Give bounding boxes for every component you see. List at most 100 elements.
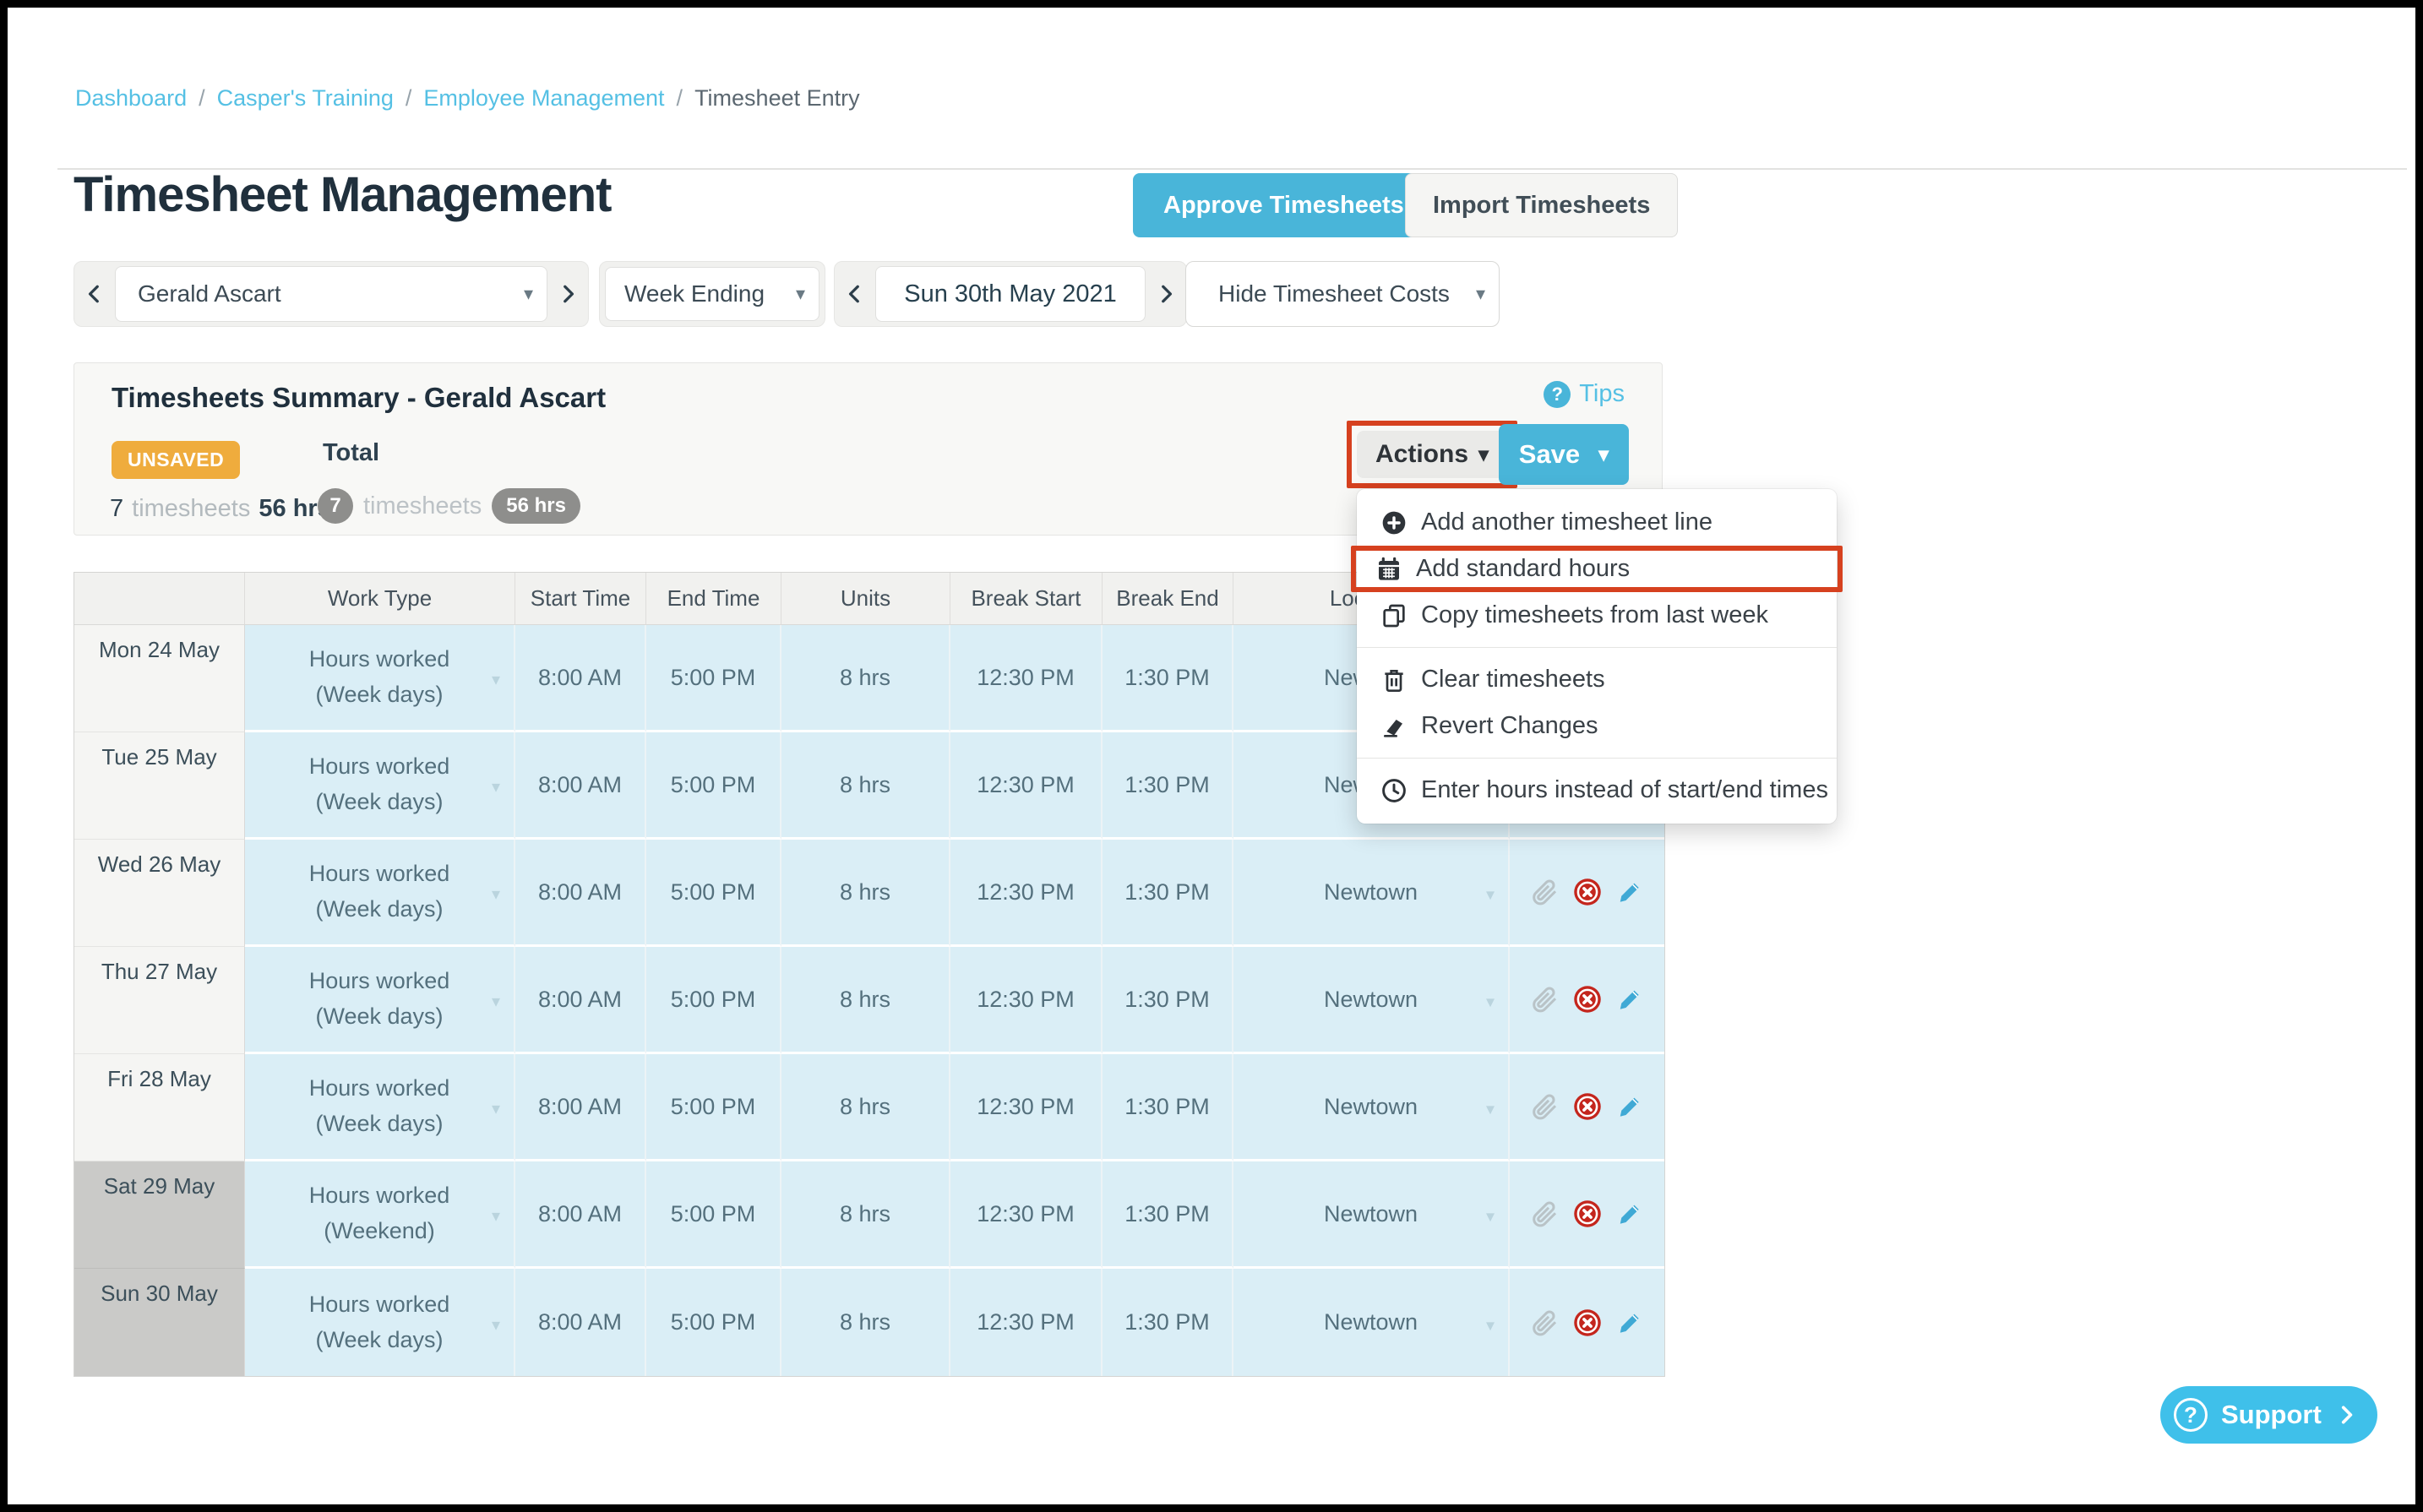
start-time-cell[interactable]: 8:00 AM <box>515 732 646 840</box>
next-employee-button[interactable] <box>547 262 588 326</box>
previous-week-button[interactable] <box>835 262 875 326</box>
break-start-cell[interactable]: 12:30 PM <box>950 625 1103 732</box>
start-time-cell[interactable]: 8:00 AM <box>515 1054 646 1161</box>
save-button[interactable]: Save <box>1499 424 1629 485</box>
tips-link[interactable]: Tips <box>1544 380 1625 408</box>
end-time-cell[interactable]: 5:00 PM <box>646 840 781 947</box>
delete-icon[interactable] <box>1572 1199 1603 1229</box>
work-type-cell[interactable]: Hours worked (Week days)▾ <box>245 1269 515 1376</box>
units-cell[interactable]: 8 hrs <box>781 1269 950 1376</box>
location-cell[interactable]: Newtown▾ <box>1233 1161 1510 1269</box>
employee-select[interactable]: Gerald Ascart <box>115 266 547 322</box>
week-ending-select[interactable]: Week Ending <box>605 267 819 321</box>
breadcrumb-separator: / <box>199 85 205 111</box>
breadcrumb-separator: / <box>677 85 683 111</box>
delete-icon[interactable] <box>1572 1091 1603 1122</box>
previous-employee-button[interactable] <box>74 262 115 326</box>
break-start-cell[interactable]: 12:30 PM <box>950 1054 1103 1161</box>
column-header-end-time: End Time <box>646 573 781 625</box>
attachment-icon[interactable] <box>1530 1308 1560 1338</box>
work-type-cell[interactable]: Hours worked (Week days)▾ <box>245 840 515 947</box>
timesheet-row-sat-29-may: Sat 29 MayHours worked (Weekend)▾8:00 AM… <box>74 1161 1664 1269</box>
work-type-cell[interactable]: Hours worked (Weekend)▾ <box>245 1161 515 1269</box>
chevron-left-icon <box>84 283 106 305</box>
actions-button[interactable]: Actions <box>1357 431 1507 478</box>
total-count-badge: 7 <box>318 488 353 524</box>
end-time-cell[interactable]: 5:00 PM <box>646 1054 781 1161</box>
row-action-icons <box>1511 1199 1663 1229</box>
end-time-cell[interactable]: 5:00 PM <box>646 1269 781 1376</box>
end-time-cell[interactable]: 5:00 PM <box>646 1161 781 1269</box>
edit-icon[interactable] <box>1614 1199 1645 1229</box>
units-cell[interactable]: 8 hrs <box>781 947 950 1054</box>
breadcrumb-employee-management[interactable]: Employee Management <box>423 85 664 111</box>
delete-icon[interactable] <box>1572 877 1603 907</box>
breadcrumb-caspers-training[interactable]: Casper's Training <box>217 85 394 111</box>
delete-icon[interactable] <box>1572 1308 1603 1338</box>
units-cell[interactable]: 8 hrs <box>781 1161 950 1269</box>
total-label: Total <box>323 439 379 467</box>
break-end-cell[interactable]: 1:30 PM <box>1103 1161 1233 1269</box>
support-button[interactable]: Support <box>2160 1386 2377 1444</box>
start-time-cell[interactable]: 8:00 AM <box>515 947 646 1054</box>
menu-item-label: Copy timesheets from last week <box>1421 601 1768 629</box>
break-end-cell[interactable]: 1:30 PM <box>1103 947 1233 1054</box>
break-end-cell[interactable]: 1:30 PM <box>1103 732 1233 840</box>
location-cell[interactable]: Newtown▾ <box>1233 840 1510 947</box>
units-cell[interactable]: 8 hrs <box>781 1054 950 1161</box>
attachment-icon[interactable] <box>1530 984 1560 1014</box>
break-start-cell[interactable]: 12:30 PM <box>950 947 1103 1054</box>
next-week-button[interactable] <box>1146 262 1186 326</box>
chevron-down-icon: ▾ <box>1486 992 1495 1013</box>
break-start-cell[interactable]: 12:30 PM <box>950 1161 1103 1269</box>
import-timesheets-button[interactable]: Import Timesheets <box>1405 173 1678 237</box>
work-type-cell[interactable]: Hours worked (Week days)▾ <box>245 732 515 840</box>
summary-title: Timesheets Summary - Gerald Ascart <box>112 382 606 414</box>
attachment-icon[interactable] <box>1530 1199 1560 1229</box>
work-type-cell[interactable]: Hours worked (Week days)▾ <box>245 947 515 1054</box>
break-end-cell[interactable]: 1:30 PM <box>1103 1054 1233 1161</box>
start-time-cell[interactable]: 8:00 AM <box>515 840 646 947</box>
break-end-cell[interactable]: 1:30 PM <box>1103 840 1233 947</box>
break-start-cell[interactable]: 12:30 PM <box>950 840 1103 947</box>
break-start-cell[interactable]: 12:30 PM <box>950 732 1103 840</box>
edit-icon[interactable] <box>1614 1308 1645 1338</box>
menu-item-enter-hours-instead-of-start-end-times[interactable]: Enter hours instead of start/end times <box>1357 767 1837 813</box>
location-cell[interactable]: Newtown▾ <box>1233 1054 1510 1161</box>
hide-timesheet-costs-select[interactable]: Hide Timesheet Costs <box>1185 261 1500 327</box>
break-start-cell[interactable]: 12:30 PM <box>950 1269 1103 1376</box>
break-end-cell[interactable]: 1:30 PM <box>1103 625 1233 732</box>
location-cell[interactable]: Newtown▾ <box>1233 947 1510 1054</box>
end-time-cell[interactable]: 5:00 PM <box>646 732 781 840</box>
attachment-icon[interactable] <box>1530 1091 1560 1122</box>
menu-item-add-another-timesheet-line[interactable]: Add another timesheet line <box>1357 499 1837 546</box>
start-time-cell[interactable]: 8:00 AM <box>515 1161 646 1269</box>
approve-timesheets-button[interactable]: Approve Timesheets <box>1133 173 1435 237</box>
menu-item-clear-timesheets[interactable]: Clear timesheets <box>1357 656 1837 703</box>
location-cell[interactable]: Newtown▾ <box>1233 1269 1510 1376</box>
units-cell[interactable]: 8 hrs <box>781 732 950 840</box>
work-type-cell[interactable]: Hours worked (Week days)▾ <box>245 1054 515 1161</box>
attachment-icon[interactable] <box>1530 877 1560 907</box>
units-cell[interactable]: 8 hrs <box>781 625 950 732</box>
breadcrumb-dashboard[interactable]: Dashboard <box>75 85 187 111</box>
start-time-cell[interactable]: 8:00 AM <box>515 1269 646 1376</box>
menu-item-copy-timesheets-from-last-week[interactable]: Copy timesheets from last week <box>1357 592 1837 639</box>
menu-item-revert-changes[interactable]: Revert Changes <box>1357 703 1837 749</box>
end-time-cell[interactable]: 5:00 PM <box>646 625 781 732</box>
chevron-down-icon: ▾ <box>1486 1314 1495 1335</box>
week-ending-date-field[interactable]: Sun 30th May 2021 <box>875 266 1146 322</box>
start-time-cell[interactable]: 8:00 AM <box>515 625 646 732</box>
units-cell[interactable]: 8 hrs <box>781 840 950 947</box>
edit-icon[interactable] <box>1614 1091 1645 1122</box>
break-end-cell[interactable]: 1:30 PM <box>1103 1269 1233 1376</box>
page-title: Timesheet Management <box>74 166 611 223</box>
edit-icon[interactable] <box>1614 877 1645 907</box>
delete-icon[interactable] <box>1572 984 1603 1014</box>
menu-item-label: Enter hours instead of start/end times <box>1421 776 1828 804</box>
chevron-down-icon: ▾ <box>1486 884 1495 906</box>
work-type-cell[interactable]: Hours worked (Week days)▾ <box>245 625 515 732</box>
edit-icon[interactable] <box>1614 984 1645 1014</box>
end-time-cell[interactable]: 5:00 PM <box>646 947 781 1054</box>
menu-item-add-standard-hours[interactable]: Add standard hours <box>1351 546 1843 592</box>
